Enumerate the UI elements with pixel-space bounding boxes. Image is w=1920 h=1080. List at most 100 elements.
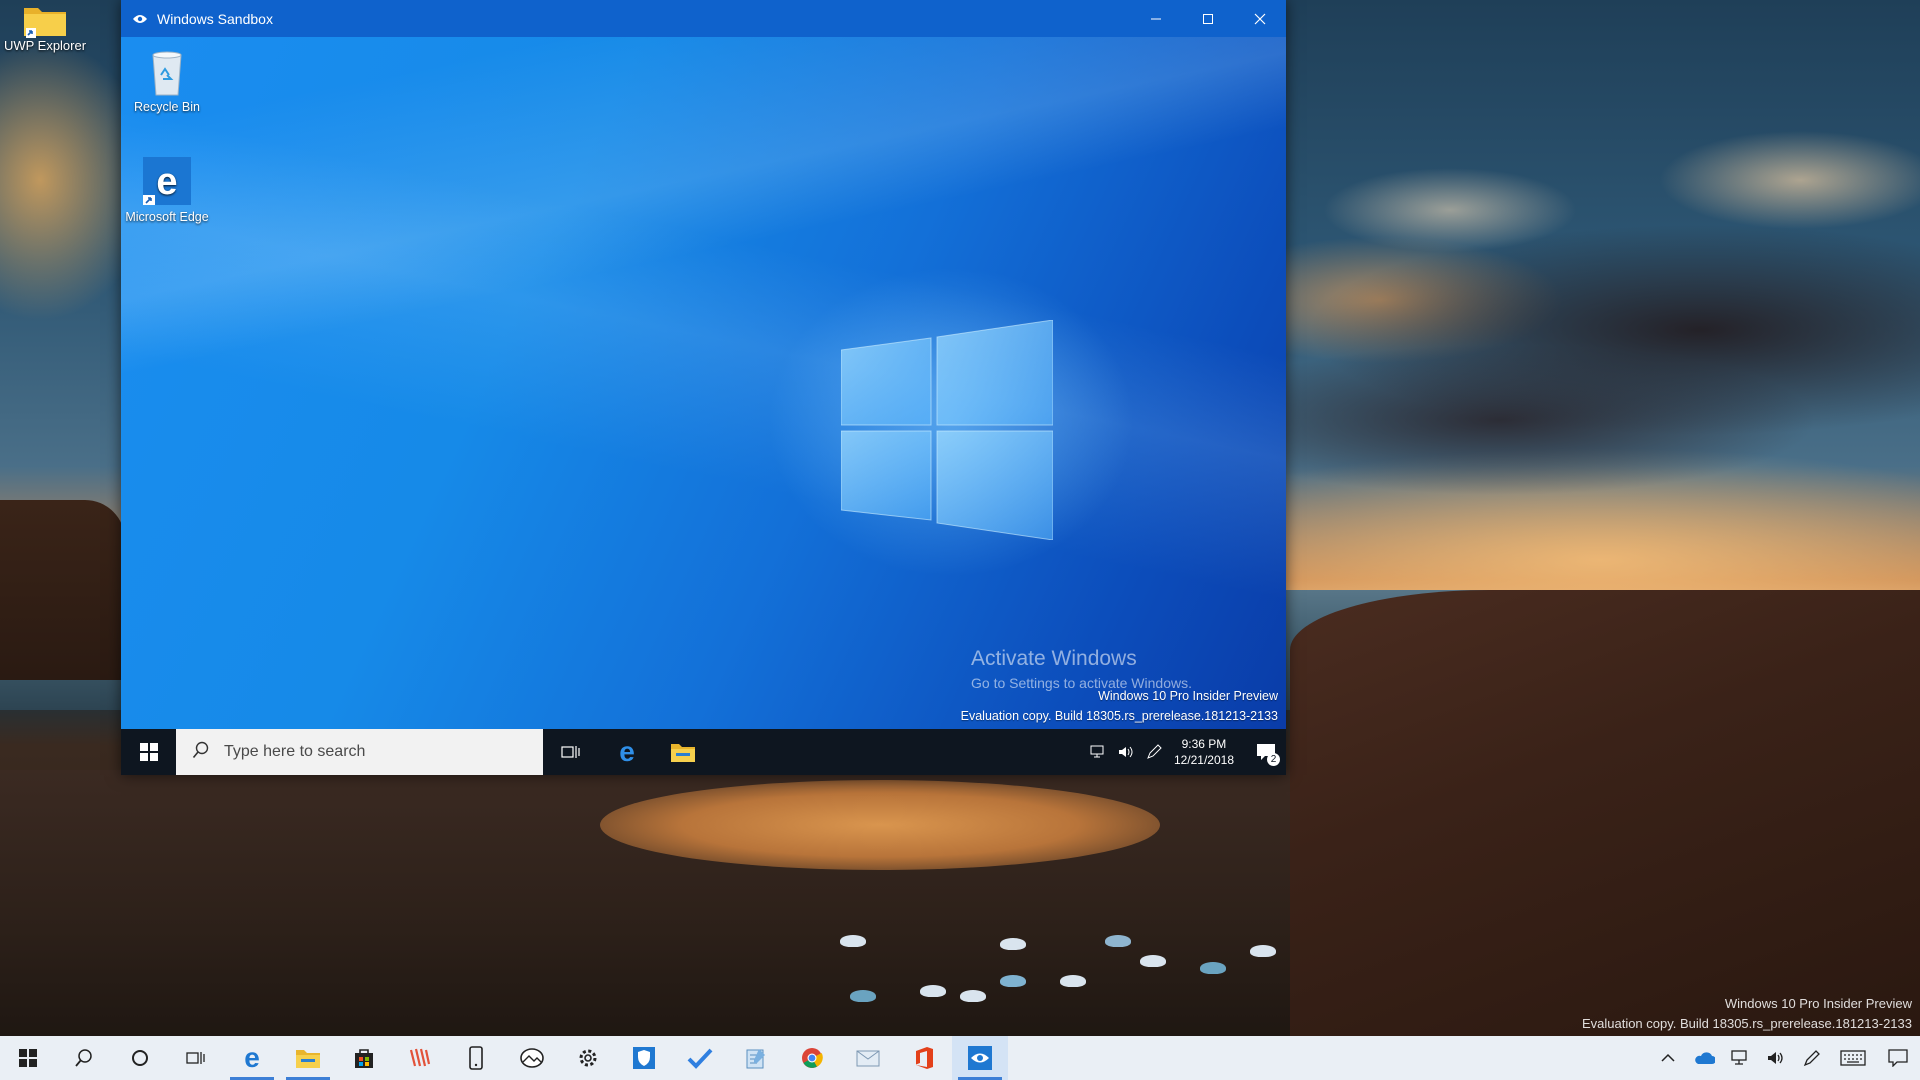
recycle-bin-label: Recycle Bin — [134, 100, 200, 114]
touch-keyboard-button[interactable] — [1830, 1036, 1876, 1080]
search-placeholder: Type here to search — [224, 743, 366, 760]
boat — [1200, 962, 1226, 974]
sketch-app-icon — [409, 1048, 431, 1067]
sandbox-search-box[interactable]: Type here to search — [176, 729, 543, 775]
svg-text:e: e — [619, 739, 635, 765]
host-taskbar-sketch-app[interactable] — [392, 1036, 448, 1080]
host-taskbar-store[interactable] — [336, 1036, 392, 1080]
edge-icon: e — [244, 1045, 260, 1071]
host-taskbar-chrome[interactable] — [784, 1036, 840, 1080]
host-taskbar-mail[interactable] — [840, 1036, 896, 1080]
edge-label: Microsoft Edge — [125, 210, 209, 224]
onedrive-cloud-icon — [1695, 1052, 1715, 1064]
edge-icon: e — [143, 157, 191, 205]
host-start-button[interactable] — [0, 1036, 56, 1080]
office-icon — [916, 1047, 933, 1069]
action-center-button[interactable]: 2 — [1246, 729, 1286, 775]
pen-workspace-button[interactable] — [1794, 1036, 1830, 1080]
boat — [850, 990, 876, 1002]
windows-logo — [841, 320, 1053, 540]
host-taskbar-office[interactable] — [896, 1036, 952, 1080]
keyboard-icon — [1840, 1050, 1866, 1066]
windows-sandbox-icon — [131, 10, 149, 28]
host-taskbar-notepad[interactable] — [728, 1036, 784, 1080]
action-center-icon — [1888, 1049, 1908, 1067]
host-taskbar-edge[interactable]: e — [224, 1036, 280, 1080]
desktop-icon-label: UWP Explorer — [3, 38, 87, 53]
maximize-button[interactable] — [1182, 0, 1234, 37]
notification-count-badge: 2 — [1267, 753, 1280, 766]
sandbox-taskbar-edge[interactable]: e — [599, 729, 655, 775]
boat — [1000, 975, 1026, 987]
host-action-center-button[interactable] — [1876, 1036, 1920, 1080]
host-task-view-button[interactable] — [168, 1036, 224, 1080]
minimize-icon — [1151, 18, 1161, 19]
volume-icon[interactable] — [1112, 729, 1140, 775]
host-system-tray — [1650, 1036, 1920, 1080]
onedrive-button[interactable] — [1686, 1036, 1722, 1080]
edge-icon: e — [619, 739, 635, 765]
chrome-icon — [802, 1048, 823, 1068]
svg-text:e: e — [244, 1045, 260, 1071]
desktop-icon-microsoft-edge[interactable]: e Microsoft Edge — [125, 155, 209, 224]
clock-time: 9:36 PM — [1181, 737, 1227, 751]
clock-date: 12/21/2018 — [1173, 753, 1234, 767]
task-view-icon — [561, 746, 580, 758]
file-explorer-icon — [296, 1050, 320, 1068]
host-watermark-line1: Windows 10 Pro Insider Preview — [1724, 996, 1912, 1011]
pen-icon[interactable] — [1140, 729, 1168, 775]
chevron-up-icon — [1661, 1053, 1675, 1062]
volume-icon — [1768, 1052, 1783, 1064]
notepad-icon — [746, 1049, 765, 1069]
search-icon — [192, 741, 210, 764]
security-shield-icon — [633, 1047, 655, 1069]
sandbox-watermark-line2: Evaluation copy. Build 18305.rs_prerelea… — [960, 709, 1278, 723]
sandbox-start-button[interactable] — [121, 729, 176, 775]
close-icon — [1254, 13, 1266, 24]
boat — [920, 985, 946, 997]
network-icon[interactable] — [1084, 729, 1112, 775]
host-taskbar-security[interactable] — [616, 1036, 672, 1080]
boat — [840, 935, 866, 947]
sandbox-window: Windows Sandbox Recycle Bin e Microsoft … — [121, 0, 1286, 775]
windows-start-icon — [139, 743, 158, 761]
cortana-circle-icon — [132, 1050, 148, 1066]
host-taskbar-todo[interactable] — [672, 1036, 728, 1080]
desktop-icon-uwp-explorer[interactable]: UWP Explorer — [0, 2, 90, 53]
host-cortana-button[interactable] — [112, 1036, 168, 1080]
recycle-bin-icon — [152, 51, 182, 96]
pen-icon — [1803, 1050, 1820, 1067]
svg-text:e: e — [156, 161, 177, 203]
sandbox-taskbar-file-explorer[interactable] — [655, 729, 711, 775]
todo-check-icon — [687, 1048, 713, 1069]
host-taskbar-windows-sandbox[interactable] — [952, 1036, 1008, 1080]
task-view-button[interactable] — [543, 729, 599, 775]
window-controls — [1130, 0, 1286, 37]
boat — [1250, 945, 1276, 957]
host-taskbar-settings[interactable] — [560, 1036, 616, 1080]
sandbox-taskbar: Type here to search e 9:36 PM 12/21/2018… — [121, 729, 1286, 775]
sandbox-clock[interactable]: 9:36 PM 12/21/2018 — [1174, 736, 1234, 768]
minimize-button[interactable] — [1130, 0, 1182, 37]
volume-button[interactable] — [1758, 1036, 1794, 1080]
maximize-icon — [1203, 13, 1213, 24]
task-view-icon — [186, 1052, 205, 1064]
host-search-button[interactable] — [56, 1036, 112, 1080]
sandbox-titlebar[interactable]: Windows Sandbox — [121, 0, 1286, 37]
window-title: Windows Sandbox — [157, 10, 273, 27]
wallpaper-beach — [600, 780, 1160, 870]
desktop-icon-recycle-bin[interactable]: Recycle Bin — [125, 49, 209, 114]
sandbox-desktop: Recycle Bin e Microsoft Edge Activate Wi… — [121, 37, 1286, 729]
host-taskbar: e — [0, 1036, 1920, 1080]
host-taskbar-photos[interactable] — [504, 1036, 560, 1080]
close-button[interactable] — [1234, 0, 1286, 37]
show-hidden-icons-button[interactable] — [1650, 1036, 1686, 1080]
host-taskbar-file-explorer[interactable] — [280, 1036, 336, 1080]
mail-icon — [856, 1050, 880, 1067]
activate-windows-notice: Activate Windows Go to Settings to activ… — [971, 647, 1192, 691]
network-button[interactable] — [1722, 1036, 1758, 1080]
boat — [1000, 938, 1026, 950]
sandbox-system-tray: 9:36 PM 12/21/2018 2 — [1084, 729, 1286, 775]
store-icon — [355, 1049, 373, 1068]
host-taskbar-phone[interactable] — [448, 1036, 504, 1080]
